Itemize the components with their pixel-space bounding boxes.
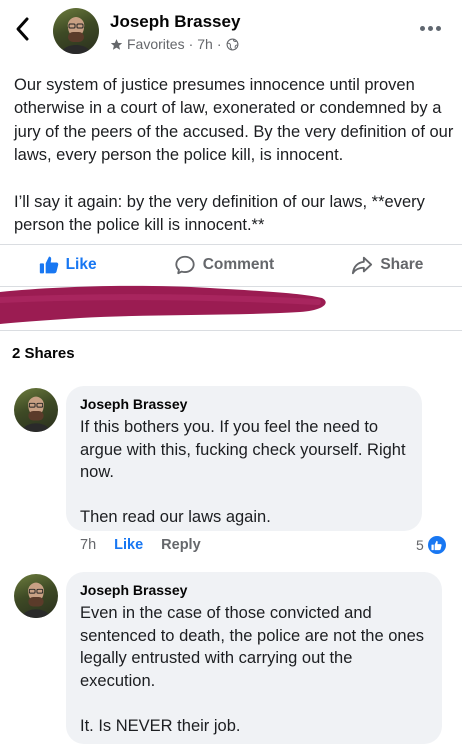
comment-reactions[interactable]: 5 [416,536,446,554]
post-meta: Favorites · 7h · [110,36,239,52]
comment-time: 7h [80,537,97,553]
share-icon [352,256,373,275]
more-options-button[interactable] [420,18,446,38]
post-text: Our system of justice presumes innocence… [14,76,454,235]
globe-icon [226,38,238,50]
chevron-left-icon [16,17,29,41]
star-icon [110,38,123,50]
comment-icon [175,255,195,275]
action-bar: Like Comment Share [0,244,462,286]
like-reaction-icon [427,536,446,554]
comment-like-button[interactable]: Like [114,537,143,553]
comment-bubble: Joseph Brassey Even in the case of those… [66,572,442,744]
post-time[interactable]: 7h [197,36,213,52]
thumbs-up-icon [431,540,442,550]
comment-actions: 7h Like Reply [80,537,201,553]
audience-label: Favorites [127,36,185,52]
meta-separator: · [188,36,194,52]
back-button[interactable] [10,14,36,44]
shares-count[interactable]: 2 Shares [12,345,75,362]
comment-author[interactable]: Joseph Brassey [80,396,408,412]
more-icon [428,25,433,31]
commenter-avatar[interactable] [14,574,58,618]
thumbs-up-icon [39,256,58,274]
commenter-avatar[interactable] [14,388,58,432]
comment-text: Even in the case of those convicted and … [80,604,425,735]
share-label: Share [380,256,424,273]
redaction-scribble [0,285,326,324]
meta-separator: · [216,36,222,52]
comment-reply-button[interactable]: Reply [161,537,201,553]
reaction-count: 5 [416,537,424,553]
comment-text: If this bothers you. If you feel the nee… [80,418,406,526]
share-button[interactable]: Share [351,254,423,276]
divider [0,330,462,331]
comment-bubble: Joseph Brassey If this bothers you. If y… [66,386,422,531]
author-avatar[interactable] [53,8,99,54]
more-icon [420,25,425,31]
author-name[interactable]: Joseph Brassey [110,12,240,32]
comment-author[interactable]: Joseph Brassey [80,582,428,598]
comment-label: Comment [202,256,275,273]
like-label: Like [65,256,97,273]
comment-button[interactable]: Comment [174,254,274,276]
like-button[interactable]: Like [39,255,97,275]
more-icon [436,25,441,31]
